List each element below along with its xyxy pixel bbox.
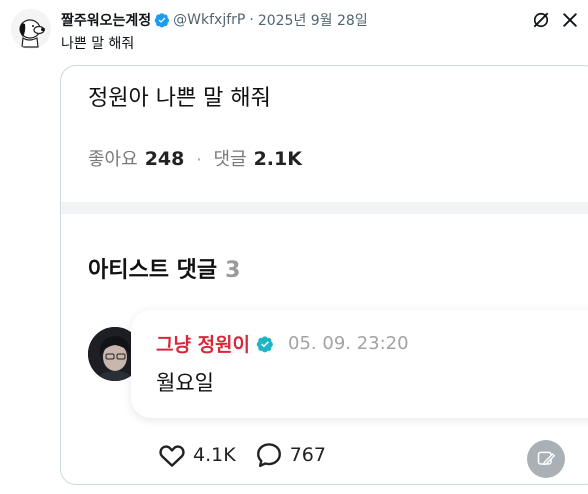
header-separator: · <box>249 12 254 28</box>
tweet-image-card[interactable]: 정원아 나쁜 말 해줘 좋아요 248 · 댓글 2.1K 아티스트 댓글 3 <box>60 65 588 485</box>
image-alt-icon <box>537 451 555 466</box>
artist-comments-heading: 아티스트 댓글 3 <box>88 252 240 284</box>
comment-actions: 4.1K 767 <box>157 440 344 470</box>
profile-avatar[interactable] <box>11 9 51 49</box>
tweet-date[interactable]: 2025년 9월 28일 <box>258 10 368 30</box>
likes-label: 좋아요 <box>88 149 138 170</box>
reply-action: 767 <box>254 440 326 470</box>
grok-icon[interactable] <box>531 10 551 30</box>
section-label: 아티스트 댓글 <box>88 258 218 283</box>
post-stats: 좋아요 248 · 댓글 2.1K <box>88 145 302 171</box>
tweet-text: 나쁜 말 해줘 <box>61 36 135 52</box>
comment-time: 05. 09. 23:20 <box>288 333 409 354</box>
verified-badge-icon <box>154 13 170 28</box>
like-count: 4.1K <box>193 444 236 466</box>
post-title: 정원아 나쁜 말 해줘 <box>88 86 271 111</box>
comment-header: 그냥 정원이 05. 09. 23:20 <box>156 330 409 357</box>
comment-bubble-icon <box>256 443 281 468</box>
tweet-header: 짤주워오는계정 @WkfxjfrP · 2025년 9월 28일 <box>61 10 368 30</box>
section-count: 3 <box>225 258 241 283</box>
like-action: 4.1K <box>157 440 236 470</box>
reply-count: 767 <box>289 444 326 466</box>
section-divider <box>61 202 588 214</box>
comments-value: 2.1K <box>253 148 302 170</box>
display-name[interactable]: 짤주워오는계정 <box>61 10 151 30</box>
heart-icon <box>159 445 185 467</box>
likes-value: 248 <box>144 148 185 170</box>
comment-text: 월요일 <box>156 371 214 395</box>
more-options-icon[interactable] <box>560 10 580 30</box>
snoopy-avatar-icon <box>11 9 51 49</box>
artist-verified-badge-icon <box>256 335 273 352</box>
comments-label: 댓글 <box>213 149 247 170</box>
artist-name: 그냥 정원이 <box>156 334 251 356</box>
user-handle[interactable]: @WkfxjfrP <box>173 12 245 28</box>
image-alt-button[interactable] <box>527 440 565 478</box>
artist-comment-bubble: 그냥 정원이 05. 09. 23:20 월요일 <box>131 310 588 418</box>
stats-separator: · <box>196 150 202 169</box>
tweet: 짤주워오는계정 @WkfxjfrP · 2025년 9월 28일 나쁜 말 해줘… <box>0 0 588 494</box>
